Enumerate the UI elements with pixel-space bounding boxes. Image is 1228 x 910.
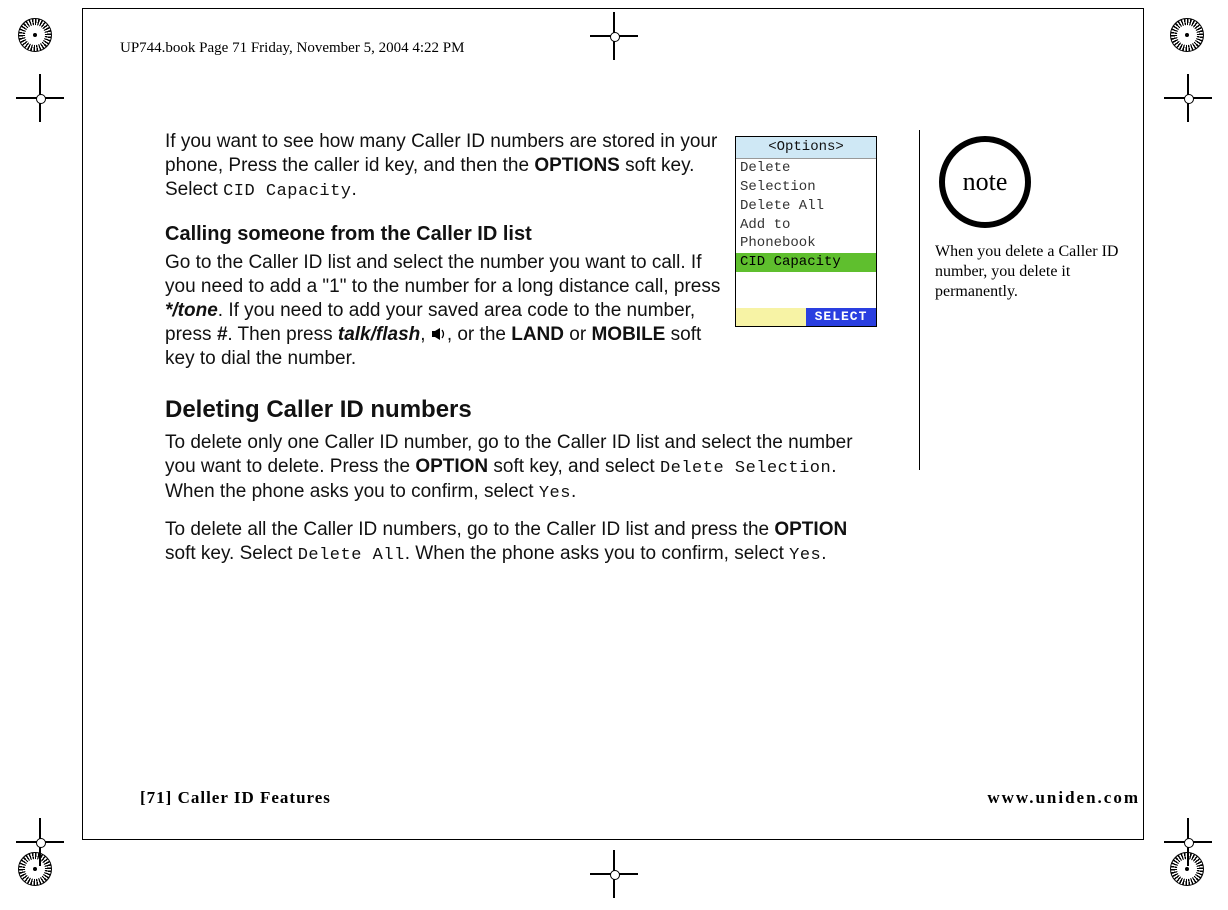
option-label: OPTION <box>774 519 847 540</box>
phone-softkey-left <box>736 308 806 326</box>
delete-one-paragraph: To delete only one Caller ID number, go … <box>165 431 875 504</box>
phone-menu-item: Add to Phonebook <box>736 216 876 254</box>
text: or <box>564 324 591 345</box>
column-divider <box>919 130 920 470</box>
crop-mark-icon <box>1170 18 1210 58</box>
delete-all-paragraph: To delete all the Caller ID numbers, go … <box>165 518 875 566</box>
lcd-text: Delete Selection <box>660 459 831 478</box>
footer-page-section: [71] Caller ID Features <box>140 788 331 808</box>
registration-mark-icon <box>22 80 58 116</box>
registration-mark-icon <box>1170 824 1206 860</box>
phone-screen-title: <Options> <box>736 137 876 159</box>
mobile-label: MOBILE <box>591 324 665 345</box>
side-column: note When you delete a Caller ID number,… <box>935 130 1135 302</box>
registration-mark-icon <box>596 856 632 892</box>
text: . <box>821 543 826 564</box>
crop-mark-icon <box>18 18 58 58</box>
note-text: When you delete a Caller ID number, you … <box>935 242 1135 302</box>
note-badge-label: note <box>963 167 1008 197</box>
text: , or the <box>447 324 511 345</box>
text: Go to the Caller ID list and select the … <box>165 252 720 297</box>
text: soft key. Select <box>165 543 298 564</box>
lcd-text: Yes <box>539 484 571 503</box>
land-label: LAND <box>511 324 564 345</box>
hash-label: # <box>217 324 228 345</box>
option-label: OPTION <box>415 456 488 477</box>
text: . Then press <box>227 324 338 345</box>
phone-menu-item: Delete All <box>736 197 876 216</box>
star-tone-label: */tone <box>165 300 218 321</box>
text: To delete all the Caller ID numbers, go … <box>165 519 774 540</box>
text: , <box>420 324 431 345</box>
options-label: OPTIONS <box>534 155 620 176</box>
footer-url: www.uniden.com <box>987 788 1140 808</box>
speaker-icon <box>431 324 447 338</box>
text: . When the phone asks you to confirm, se… <box>405 543 789 564</box>
phone-menu-item: Delete Selection <box>736 159 876 197</box>
main-column: <Options> Delete SelectionDelete AllAdd … <box>165 130 875 572</box>
text: . <box>571 481 576 502</box>
phone-menu-item: CID Capacity <box>736 253 876 272</box>
phone-softkey-right: SELECT <box>806 308 876 326</box>
lcd-text: Yes <box>789 546 821 565</box>
text: soft key, and select <box>488 456 660 477</box>
running-header: UP744.book Page 71 Friday, November 5, 2… <box>120 40 464 57</box>
lcd-text: CID Capacity <box>223 182 351 201</box>
registration-mark-icon <box>1170 80 1206 116</box>
note-icon: note <box>939 136 1031 228</box>
text: . <box>352 179 357 200</box>
heading-deleting: Deleting Caller ID numbers <box>165 395 875 425</box>
phone-screen-figure: <Options> Delete SelectionDelete AllAdd … <box>735 136 875 327</box>
registration-mark-icon <box>22 824 58 860</box>
talk-flash-label: talk/flash <box>338 324 420 345</box>
lcd-text: Delete All <box>298 546 405 565</box>
